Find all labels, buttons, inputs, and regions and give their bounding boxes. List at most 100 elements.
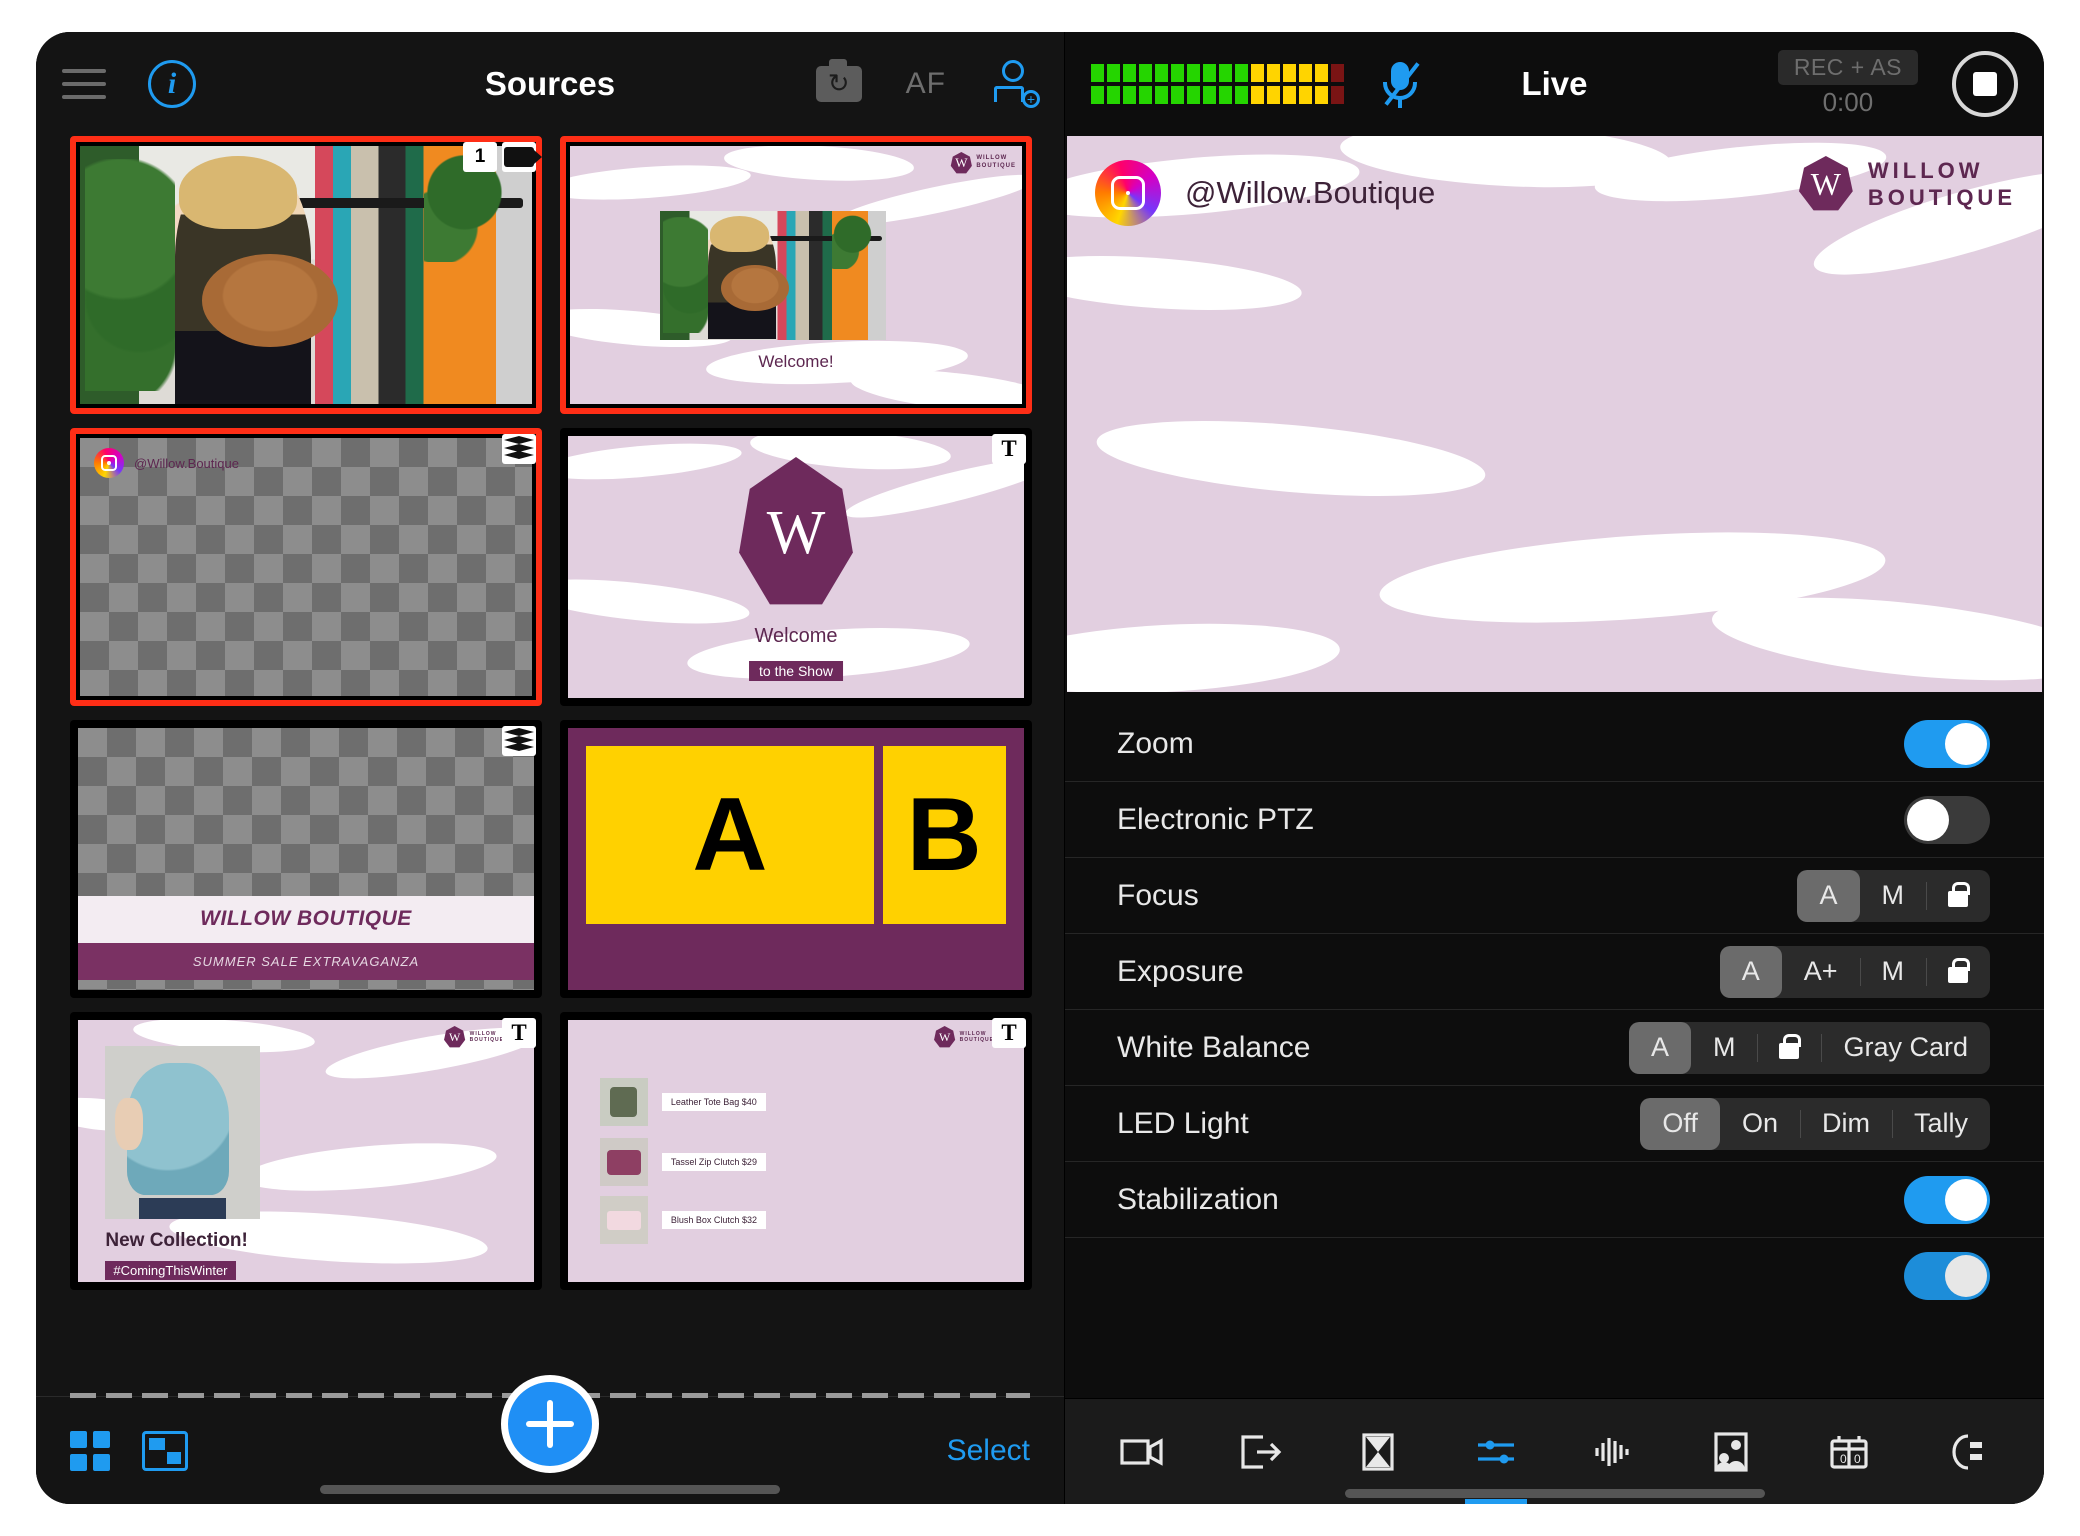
partial-toggle[interactable] — [1904, 1252, 1990, 1300]
source-thumbnail-lower-third[interactable]: WILLOW BOUTIQUE SUMMER SALE EXTRAVAGANZA — [70, 720, 542, 998]
ab-right-letter: B — [906, 777, 982, 894]
audio-waveform-icon[interactable] — [1574, 1422, 1652, 1482]
add-source-button[interactable] — [501, 1375, 599, 1473]
scene-caption: Welcome! — [758, 352, 834, 372]
exposure-option-auto[interactable]: A — [1719, 945, 1782, 998]
source-thumbnail-product-list[interactable]: Leather Tote Bag $40 Tassel Zip Clutch $… — [560, 1012, 1032, 1290]
source-thumbnail-new-collection[interactable]: New Collection! #ComingThisWinter W WILL… — [70, 1012, 542, 1290]
wb-option-lock[interactable] — [1757, 1022, 1821, 1074]
text-icon: T — [992, 434, 1026, 464]
source-index-badge: 1 — [463, 142, 497, 172]
setting-row-focus[interactable]: Focus A M — [1065, 858, 2044, 934]
transition-icon[interactable] — [1339, 1422, 1417, 1482]
source-thumbnail-welcome-scene[interactable]: Welcome! W WILLOW BOUTIQUE — [560, 136, 1032, 414]
setting-row-zoom[interactable]: Zoom — [1065, 706, 2044, 782]
graphic-line1: Welcome — [754, 624, 838, 647]
electronic-ptz-toggle[interactable] — [1904, 795, 1990, 844]
live-toolbar: Live REC + AS 0:00 — [1065, 32, 2044, 136]
more-icon[interactable] — [1928, 1422, 2006, 1482]
exposure-segmented-control[interactable]: A A+ M — [1719, 945, 1990, 998]
focus-segmented-control[interactable]: A M — [1797, 869, 1990, 922]
meter-segment — [1171, 86, 1184, 104]
setting-row-exposure[interactable]: Exposure A A+ M — [1065, 934, 2044, 1010]
exposure-option-manual[interactable]: M — [1859, 946, 1927, 998]
audio-level-meter — [1091, 64, 1344, 104]
sources-toolbar: i Sources AF + — [36, 32, 1064, 136]
grid-layout-icon[interactable] — [70, 1430, 110, 1471]
source-thumbnail-ab-split[interactable]: A B — [560, 720, 1032, 998]
setting-label: White Balance — [1117, 1030, 1311, 1064]
led-option-off[interactable]: Off — [1640, 1097, 1720, 1150]
exposure-option-auto-plus[interactable]: A+ — [1782, 946, 1860, 998]
home-indicator — [320, 1485, 780, 1494]
led-option-on[interactable]: On — [1720, 1098, 1800, 1150]
pip-layout-icon[interactable] — [142, 1430, 188, 1471]
live-preview[interactable]: @Willow.Boutique W WILLOW BOUTIQUE — [1067, 136, 2042, 692]
text-icon: T — [992, 1018, 1026, 1048]
hamburger-icon[interactable] — [62, 69, 106, 99]
setting-row-led-light[interactable]: LED Light Off On Dim Tally — [1065, 1086, 2044, 1162]
text-icon: T — [502, 1018, 536, 1048]
output-icon[interactable] — [1221, 1422, 1299, 1482]
stop-record-button[interactable] — [1952, 51, 2018, 117]
sources-panel: i Sources AF + — [36, 32, 1064, 1504]
led-light-segmented-control[interactable]: Off On Dim Tally — [1640, 1097, 1990, 1150]
meter-segment — [1123, 86, 1136, 104]
meter-segment — [1315, 64, 1328, 82]
record-controls: REC + AS 0:00 — [1777, 50, 2018, 118]
source-thumbnail-ig-overlay[interactable]: @Willow.Boutique — [70, 428, 542, 706]
product-label: Leather Tote Bag $40 — [661, 1092, 766, 1111]
camera-settings-list[interactable]: Zoom Electronic PTZ Focus A M Exposure A… — [1065, 692, 2044, 1398]
meter-segment — [1315, 86, 1328, 104]
product-label: Tassel Zip Clutch $29 — [661, 1152, 766, 1171]
focus-option-lock[interactable] — [1926, 870, 1990, 922]
sources-grid: 1 Welcome! W WILLOW BOUTIQUE @Willow.Bou… — [70, 136, 1032, 1290]
setting-row-partial[interactable] — [1065, 1238, 2044, 1314]
add-person-icon[interactable]: + — [990, 60, 1040, 108]
focus-option-auto[interactable]: A — [1797, 869, 1860, 922]
camera-icon[interactable] — [1103, 1422, 1181, 1482]
preview-ig-overlay: @Willow.Boutique — [1095, 160, 1435, 226]
info-glyph: i — [167, 67, 177, 100]
timer-icon[interactable]: 00 — [1810, 1422, 1888, 1482]
sliders-icon[interactable] — [1457, 1422, 1535, 1504]
exposure-option-lock[interactable] — [1926, 946, 1990, 998]
source-badges: 1 — [463, 142, 542, 172]
layers-icon — [502, 434, 536, 464]
stabilization-toggle[interactable] — [1904, 1175, 1990, 1224]
pip-person-icon[interactable] — [1692, 1422, 1770, 1482]
meter-segment — [1235, 64, 1248, 82]
meter-segment — [1267, 64, 1280, 82]
wb-option-manual[interactable]: M — [1691, 1022, 1758, 1074]
select-button[interactable]: Select — [947, 1434, 1030, 1468]
source-thumbnail-welcome-graphic[interactable]: W Welcome to the Show T — [560, 428, 1032, 706]
info-icon[interactable]: i — [148, 60, 196, 108]
meter-segment — [1267, 86, 1280, 104]
zoom-toggle[interactable] — [1904, 719, 1990, 768]
meter-segment — [1299, 64, 1312, 82]
setting-row-electronic-ptz[interactable]: Electronic PTZ — [1065, 782, 2044, 858]
live-bottom-toolbar: 00 — [1065, 1398, 2044, 1504]
led-option-dim[interactable]: Dim — [1799, 1098, 1892, 1150]
source-thumbnail-camera[interactable]: 1 — [70, 136, 542, 414]
meter-segment — [1091, 86, 1104, 104]
sources-toolbar-actions: AF + — [815, 59, 1040, 108]
setting-row-white-balance[interactable]: White Balance A M Gray Card — [1065, 1010, 2044, 1086]
meter-segment — [1331, 86, 1344, 104]
sources-scroll-area[interactable]: 1 Welcome! W WILLOW BOUTIQUE @Willow.Bou… — [36, 136, 1064, 1396]
meter-segment — [1299, 86, 1312, 104]
camera-flip-icon[interactable] — [815, 59, 862, 102]
led-option-tally[interactable]: Tally — [1891, 1098, 1990, 1150]
wb-option-gray-card[interactable]: Gray Card — [1821, 1022, 1990, 1074]
focus-option-manual[interactable]: M — [1860, 870, 1927, 922]
af-button[interactable]: AF — [906, 67, 946, 101]
wb-option-auto[interactable]: A — [1628, 1021, 1691, 1074]
setting-label: Stabilization — [1117, 1182, 1279, 1216]
setting-row-stabilization[interactable]: Stabilization — [1065, 1162, 2044, 1238]
brand-logo-letter: W — [1798, 156, 1853, 211]
meter-segment — [1107, 86, 1120, 104]
white-balance-segmented-control[interactable]: A M Gray Card — [1628, 1021, 1990, 1074]
graphic-line2: #ComingThisWinter — [105, 1261, 236, 1281]
meter-segment — [1219, 86, 1232, 104]
mic-muted-icon[interactable] — [1378, 58, 1422, 110]
